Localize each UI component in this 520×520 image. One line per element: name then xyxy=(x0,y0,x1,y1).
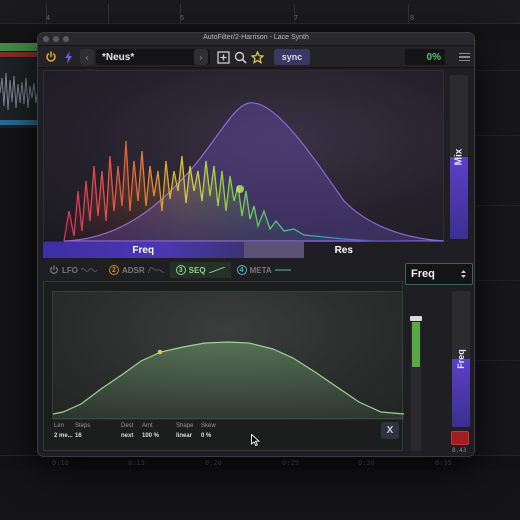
record-button[interactable] xyxy=(451,431,469,445)
param-value: 16 xyxy=(75,433,82,439)
tab-label: SEQ xyxy=(188,265,206,275)
destination-label: Freq xyxy=(411,268,435,280)
power-icon xyxy=(50,265,58,274)
next-preset-icon[interactable]: › xyxy=(194,49,208,65)
window-title: AutoFilter/2-Harrison - Lace Synth xyxy=(203,34,309,41)
param-label: Skew xyxy=(201,423,216,429)
prev-preset-icon[interactable]: ‹ xyxy=(80,49,94,65)
value-readout: 8.43 xyxy=(452,447,467,454)
add-preset-icon[interactable] xyxy=(216,49,230,65)
param-label: Dest xyxy=(121,423,134,429)
ruler-label: 8 xyxy=(410,14,415,22)
res-slider[interactable]: Res xyxy=(243,242,444,258)
sequencer-graph[interactable] xyxy=(52,291,404,420)
mix-slider[interactable]: Mix xyxy=(450,75,468,239)
time-label: 0:35 xyxy=(435,459,452,467)
mix-slider-fill xyxy=(450,157,468,239)
updown-chevron-icon xyxy=(461,270,466,278)
power-icon[interactable] xyxy=(44,49,58,65)
tab-adsr[interactable]: 2 ADSR xyxy=(103,262,170,278)
wave-icon xyxy=(81,268,97,272)
param-steps[interactable]: Steps 16 xyxy=(75,423,90,439)
plugin-toolbar: ‹ *Neus* › sync 0% xyxy=(38,46,474,68)
timeline-ruler[interactable]: 4 6 7 8 xyxy=(0,0,520,24)
freq-dest-slider[interactable]: Freq xyxy=(452,291,470,427)
slider-handle[interactable] xyxy=(410,316,422,321)
param-skew[interactable]: Skew 0 % xyxy=(201,423,216,439)
close-sequencer-button[interactable]: X xyxy=(381,422,399,439)
sequencer-curve xyxy=(53,341,404,420)
spectrum-graph xyxy=(63,102,445,243)
filter-display[interactable] xyxy=(43,70,445,243)
mod-amount-fill xyxy=(412,322,420,367)
time-label: 0:10 xyxy=(52,459,69,467)
param-label: Len xyxy=(54,423,65,429)
param-len[interactable]: Len 2 me... xyxy=(54,423,73,439)
param-value: 0 % xyxy=(201,433,212,439)
param-shape[interactable]: Shape linear xyxy=(176,423,193,439)
freq-slider[interactable]: Freq xyxy=(43,242,244,258)
ruler-label: 4 xyxy=(46,14,51,22)
window-titlebar[interactable]: AutoFilter/2-Harrison - Lace Synth xyxy=(38,33,474,46)
param-label: Amt xyxy=(142,423,153,429)
lightning-icon[interactable] xyxy=(62,49,74,65)
time-label: 0:25 xyxy=(282,459,299,467)
param-label: Shape xyxy=(176,423,194,429)
tab-label: LFO xyxy=(62,265,78,275)
sync-button[interactable]: sync xyxy=(274,49,310,65)
clip-bar[interactable] xyxy=(0,52,37,57)
ruler-label: 6 xyxy=(180,14,185,22)
param-value: 100 % xyxy=(142,433,160,439)
audio-waveform xyxy=(0,58,40,128)
mix-label: Mix xyxy=(453,148,465,166)
freq-slider-label: Freq xyxy=(456,349,466,369)
line-icon xyxy=(274,269,291,271)
tab-label: ADSR xyxy=(122,265,145,275)
tab-meta[interactable]: 4 META xyxy=(231,262,297,278)
seq-shape-icon xyxy=(208,267,225,273)
ruler-label: 7 xyxy=(294,14,299,22)
tab-label: META xyxy=(249,265,272,275)
bottom-timeline[interactable]: 0:10 0:15 0:20 0:25 0:30 0:35 xyxy=(0,455,520,469)
mouse-cursor-icon xyxy=(251,434,260,446)
param-value: next xyxy=(121,433,134,439)
clip-bar[interactable] xyxy=(0,43,37,51)
param-value: linear xyxy=(176,433,193,439)
menu-icon[interactable] xyxy=(457,49,471,65)
tab-number: 4 xyxy=(236,265,247,275)
search-icon[interactable] xyxy=(233,49,247,65)
sequencer-panel: Len 2 me... Steps 16 Dest next Amt 100 %… xyxy=(43,281,404,451)
destination-selector[interactable]: Freq xyxy=(405,263,473,285)
time-label: 0:30 xyxy=(358,459,375,467)
filter-param-bar: Freq Res xyxy=(43,242,444,258)
freq-slider-fill xyxy=(452,359,470,427)
param-value: 2 me... xyxy=(54,433,73,439)
preset-name: *Neus* xyxy=(102,51,135,63)
param-label: Steps xyxy=(75,423,91,429)
time-label: 0:20 xyxy=(205,459,222,467)
star-icon[interactable] xyxy=(250,49,265,65)
param-dest[interactable]: Dest next xyxy=(121,423,133,439)
filter-cutoff-handle xyxy=(236,185,244,193)
modulation-tabs: LFO 2 ADSR 3 SEQ 4 META xyxy=(43,262,403,278)
tab-lfo[interactable]: LFO xyxy=(43,262,103,278)
plugin-window: AutoFilter/2-Harrison - Lace Synth ‹ *Ne… xyxy=(37,32,475,457)
mod-amount-slider[interactable] xyxy=(410,316,422,451)
time-label: 0:15 xyxy=(128,459,145,467)
envelope-icon xyxy=(147,267,164,273)
param-amt[interactable]: Amt 100 % xyxy=(142,423,159,439)
tab-number: 3 xyxy=(175,265,186,275)
output-percent[interactable]: 0% xyxy=(405,49,445,65)
tab-seq[interactable]: 3 SEQ xyxy=(169,262,231,278)
sequencer-step-handle xyxy=(157,349,163,355)
tab-number: 2 xyxy=(109,265,119,275)
track-strip xyxy=(475,40,520,460)
preset-selector[interactable]: *Neus* xyxy=(96,49,210,65)
